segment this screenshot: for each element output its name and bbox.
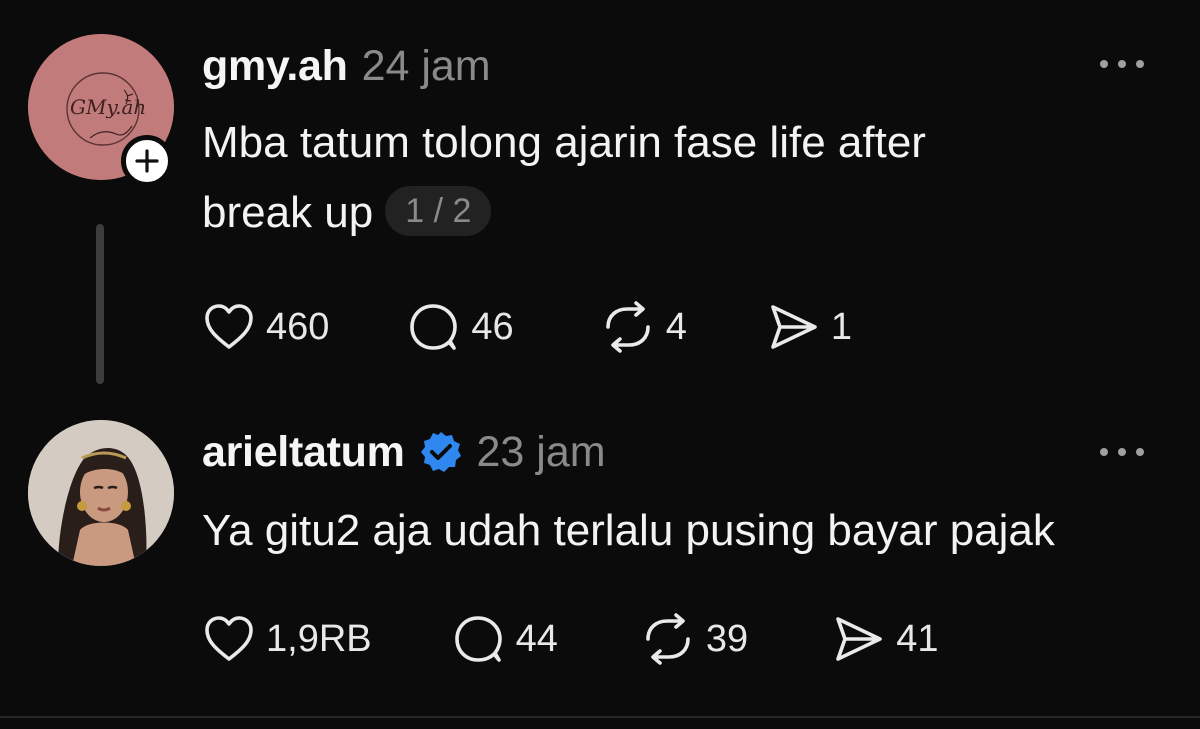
post-text-line: Ya gitu2 aja udah terlalu pusing bayar p… [202, 506, 1055, 555]
repost-icon [605, 301, 650, 353]
action-bar: 1,9RB 44 39 41 [202, 609, 938, 669]
thread-page-indicator[interactable]: 1 / 2 [385, 186, 492, 237]
like-button[interactable]: 460 [202, 302, 329, 352]
username[interactable]: arieltatum [202, 428, 405, 477]
follow-plus-button[interactable] [121, 135, 173, 187]
divider [0, 716, 1200, 718]
post-header: gmy.ah 24 jam [202, 40, 491, 92]
more-options-button[interactable] [1100, 57, 1144, 71]
avatar[interactable] [28, 420, 174, 566]
verified-badge-icon [419, 430, 463, 474]
repost-count: 4 [665, 305, 687, 348]
comment-icon [410, 304, 458, 350]
repost-icon [646, 613, 690, 665]
share-button[interactable]: 1 [767, 302, 852, 352]
dot-icon [1136, 60, 1144, 68]
repost-button[interactable]: 39 [640, 613, 748, 665]
thread-connector-line [96, 224, 104, 384]
post-text: Ya gitu2 aja udah terlalu pusing bayar p… [202, 496, 1162, 566]
comment-count: 46 [471, 305, 514, 348]
dot-icon [1136, 448, 1144, 456]
send-icon [771, 305, 817, 349]
like-count: 1,9RB [266, 617, 372, 660]
repost-button[interactable]: 4 [600, 301, 687, 353]
post-text-line-2: break up 1 / 2 [202, 178, 1162, 248]
heart-icon [205, 616, 253, 661]
dot-icon [1100, 60, 1108, 68]
post-text: Mba tatum tolong ajarin fase life after … [202, 108, 1162, 248]
share-count: 41 [896, 617, 939, 660]
timestamp: 24 jam [361, 41, 491, 90]
like-count: 460 [266, 305, 330, 348]
timestamp: 23 jam [476, 427, 606, 476]
comment-count: 44 [515, 617, 558, 660]
share-count: 1 [830, 305, 852, 348]
send-icon [836, 617, 882, 661]
like-button[interactable]: 1,9RB [202, 614, 372, 664]
post-text-line: break up [202, 188, 374, 237]
username[interactable]: gmy.ah [202, 42, 348, 91]
post-text-line: Mba tatum tolong ajarin fase life after [202, 118, 926, 167]
repost-count: 39 [705, 617, 749, 660]
dot-icon [1118, 60, 1126, 68]
plus-icon [135, 149, 159, 173]
comment-button[interactable]: 46 [407, 300, 514, 354]
action-bar: 460 46 4 1 [202, 297, 852, 357]
dot-icon [1100, 448, 1108, 456]
more-options-button[interactable] [1100, 445, 1144, 459]
dot-icon [1118, 448, 1126, 456]
comment-button[interactable]: 44 [452, 612, 558, 666]
comment-icon [454, 616, 502, 662]
heart-icon [205, 304, 253, 349]
post-header: arieltatum 23 jam [202, 426, 606, 478]
svg-text:GMy.ah: GMy.ah [70, 95, 146, 119]
profile-photo-icon [28, 420, 174, 566]
share-button[interactable]: 41 [832, 614, 938, 664]
